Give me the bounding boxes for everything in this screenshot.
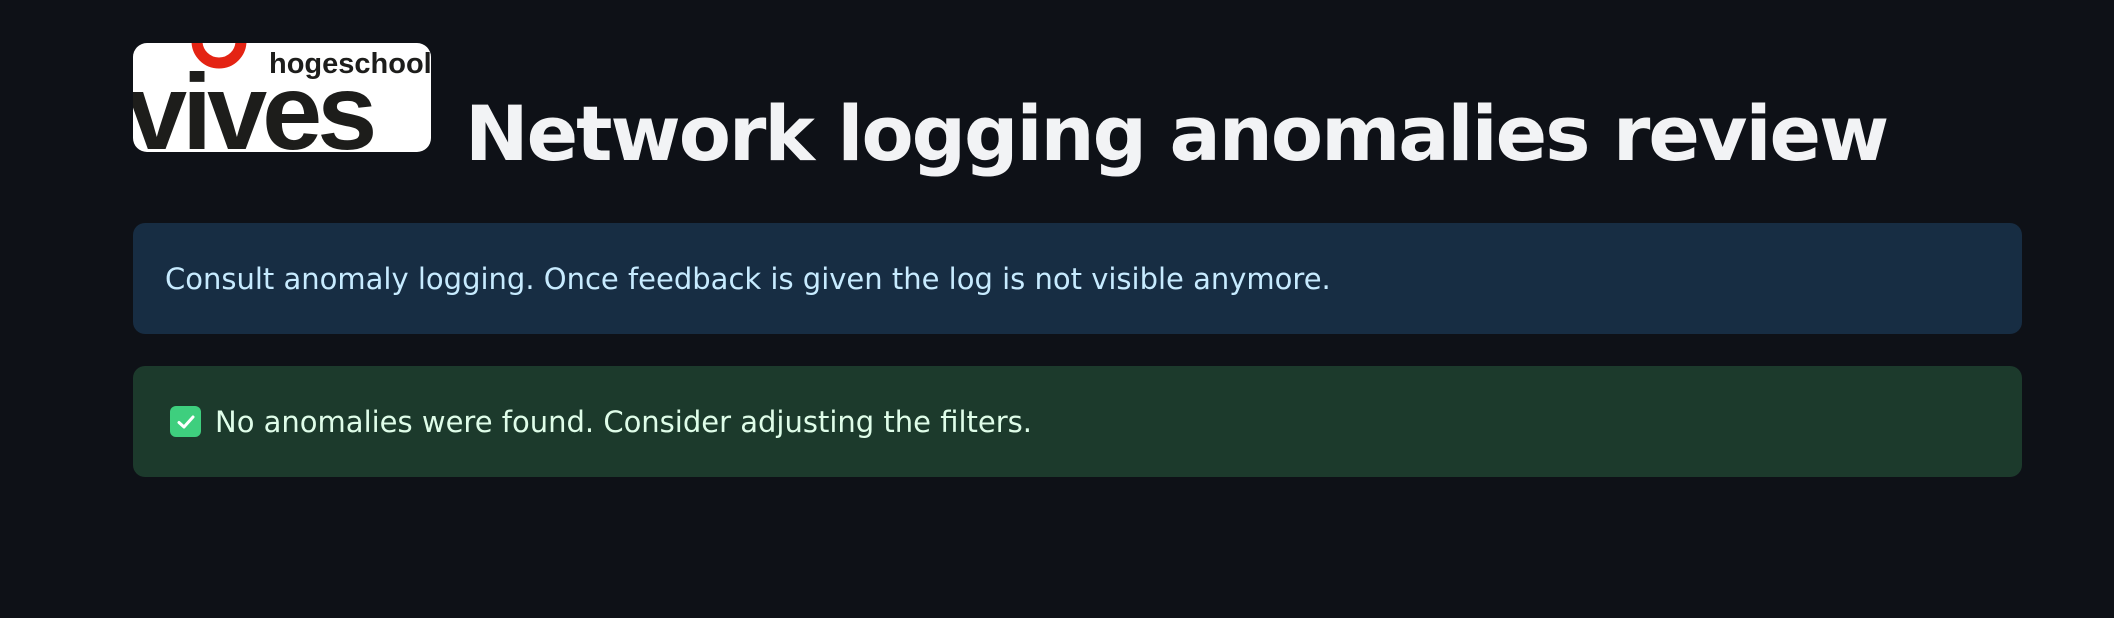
info-alert-message: Consult anomaly logging. Once feedback i… [165,261,1331,296]
success-alert: No anomalies were found. Consider adjust… [133,366,2022,477]
vives-logo-graphic: hogeschool vives [133,43,431,152]
check-icon [170,406,201,437]
logo-wordmark: vives [133,51,373,152]
vives-logo: hogeschool vives [133,43,431,152]
app-page: hogeschool vives Network logging anomali… [0,0,2114,618]
page-header: hogeschool vives Network logging anomali… [133,43,1889,172]
info-alert: Consult anomaly logging. Once feedback i… [133,223,2022,334]
page-title: Network logging anomalies review [465,89,1889,178]
success-alert-message: No anomalies were found. Consider adjust… [215,404,1032,439]
